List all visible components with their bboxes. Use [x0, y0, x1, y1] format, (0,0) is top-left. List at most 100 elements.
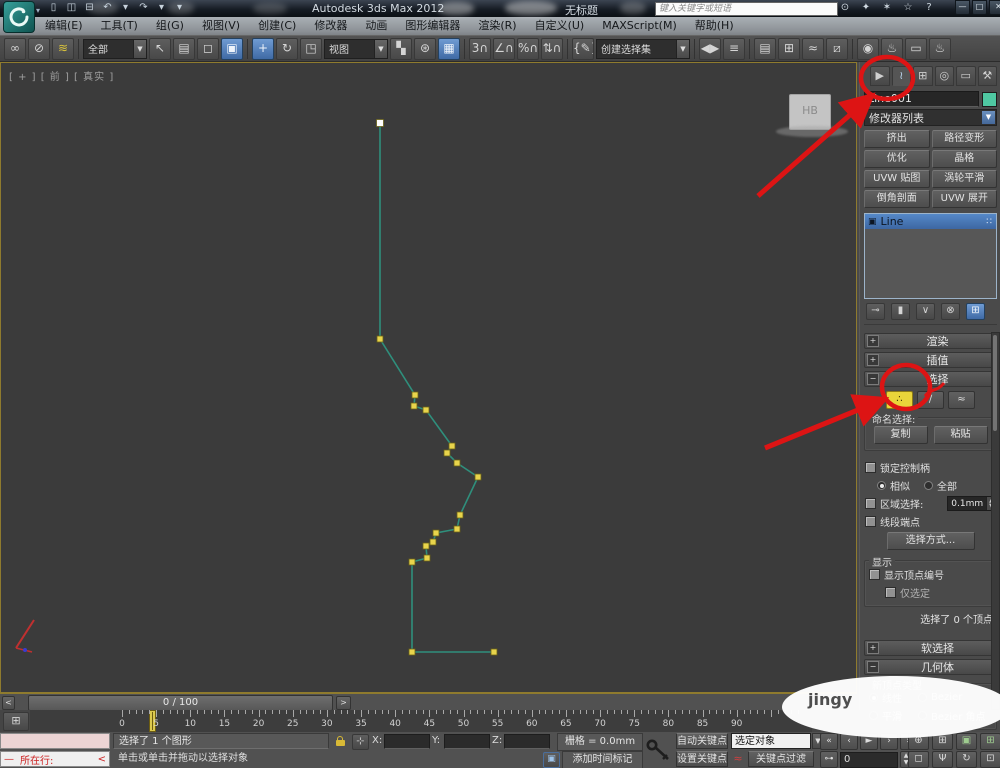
pan-icon[interactable]: Ψ: [932, 751, 953, 768]
material-editor-icon[interactable]: ◉: [857, 37, 879, 60]
select-and-scale-icon[interactable]: ◳: [300, 37, 322, 60]
all-radio[interactable]: [924, 481, 933, 490]
toolbar-options-icon[interactable]: ▾: [172, 1, 187, 14]
select-and-manipulate-icon[interactable]: ⊛: [414, 37, 436, 60]
mirror-icon[interactable]: ◀▶: [699, 37, 721, 60]
vertex-subobject-button[interactable]: ∴: [886, 391, 913, 409]
search-input[interactable]: 键入关键字或短语: [655, 2, 838, 16]
stack-item-line[interactable]: ▣ Line ∷: [865, 214, 996, 229]
modifier-button-路径变形[interactable]: 路径变形: [931, 130, 997, 148]
layer-manager-icon[interactable]: ▤: [754, 37, 776, 60]
prev-frame-button[interactable]: <: [2, 696, 15, 710]
orbit-icon[interactable]: ↻: [956, 751, 977, 768]
modifier-stack[interactable]: ▣ Line ∷: [864, 213, 997, 299]
create-tab[interactable]: ▶: [870, 66, 890, 86]
subobject-dots-icon[interactable]: ∷: [986, 217, 993, 227]
segment-end-checkbox[interactable]: [865, 516, 876, 527]
modifier-button-涡轮平滑[interactable]: 涡轮平滑: [931, 170, 997, 188]
subscription-key-icon[interactable]: ✦: [859, 1, 873, 15]
menu-item-2[interactable]: 工具(T): [92, 17, 147, 35]
show-vertex-numbers-checkbox[interactable]: [869, 569, 880, 580]
y-coordinate-field[interactable]: [444, 734, 490, 749]
menu-item-11[interactable]: MAXScript(M): [593, 17, 686, 35]
graphite-ribbon-icon[interactable]: ⊞: [778, 37, 800, 60]
selected-only-checkbox[interactable]: [885, 587, 896, 598]
undo-icon[interactable]: ↶: [100, 1, 115, 14]
unlink-selection-icon[interactable]: ⊘: [28, 37, 50, 60]
zoom-extents-all-icon[interactable]: ⊞: [980, 733, 1000, 750]
named-sets-dropdown-arrow-icon[interactable]: ▼: [676, 39, 689, 58]
minimize-button[interactable]: —: [955, 0, 970, 15]
close-button[interactable]: ✕: [989, 0, 1000, 15]
key-mode-toggle-icon[interactable]: ⊶: [820, 751, 838, 768]
edit-named-sets-icon[interactable]: {✎}: [572, 37, 594, 60]
copy-button[interactable]: 复制: [873, 426, 928, 444]
select-and-rotate-icon[interactable]: ↻: [276, 37, 298, 60]
rollout-selection[interactable]: − 选择: [864, 371, 997, 387]
redo-icon[interactable]: ↷: [136, 1, 151, 14]
auto-key-button[interactable]: 自动关键点: [676, 733, 728, 749]
next-frame-button[interactable]: >: [336, 696, 351, 710]
rendered-frame-window-icon[interactable]: ▭: [905, 37, 927, 60]
select-object-icon[interactable]: ↖: [149, 37, 171, 60]
zoom-extents-icon[interactable]: ▣: [956, 733, 977, 750]
track-bar[interactable]: ⊞ 0 5 10 15 20 25 30 35 40 45 50 55 60 65 70 75 80 85 90: [0, 710, 857, 733]
new-key-curve-icon[interactable]: ≈: [731, 752, 745, 766]
menu-item-1[interactable]: 编辑(E): [36, 17, 92, 35]
new-file-icon[interactable]: ▯: [46, 1, 61, 14]
rollout-geometry[interactable]: − 几何体: [864, 659, 997, 675]
maximize-button[interactable]: □: [972, 0, 987, 15]
select-by-button[interactable]: 选择方式...: [886, 532, 975, 550]
rollout-render[interactable]: + 渲染: [864, 333, 997, 349]
modifier-button-UVW 贴图[interactable]: UVW 贴图: [864, 170, 930, 188]
open-file-icon[interactable]: ◫: [64, 1, 79, 14]
menu-item-6[interactable]: 修改器: [305, 17, 356, 35]
use-pivot-center-icon[interactable]: ▚: [390, 37, 412, 60]
front-viewport[interactable]: [ + ] [ 前 ] [ 真实 ]: [0, 62, 857, 693]
x-coordinate-field[interactable]: [384, 734, 430, 749]
modifier-button-晶格[interactable]: 晶格: [931, 150, 997, 168]
angle-snap-icon[interactable]: ∠∩: [493, 37, 515, 60]
modifier-button-UVW 展开[interactable]: UVW 展开: [931, 190, 997, 208]
utilities-tab[interactable]: ⚒: [977, 66, 997, 86]
absolute-mode-icon[interactable]: ⊹: [352, 734, 369, 750]
selection-set-dropdown[interactable]: 选定对象: [731, 733, 811, 749]
rectangular-selection-icon[interactable]: ◻: [197, 37, 219, 60]
window-crossing-icon[interactable]: ▣: [221, 37, 243, 60]
spinner-snap-icon[interactable]: ⇅∩: [541, 37, 563, 60]
configure-modifier-sets-icon[interactable]: ⊞: [966, 303, 985, 320]
z-coordinate-field[interactable]: [504, 734, 550, 749]
menu-item-4[interactable]: 视图(V): [193, 17, 249, 35]
logo-dropdown-icon[interactable]: ▾: [36, 6, 40, 15]
panel-scrollbar[interactable]: [991, 332, 1000, 710]
paste-button[interactable]: 粘贴: [933, 426, 988, 444]
redo-dropdown-icon[interactable]: ▾: [154, 1, 169, 14]
viewport-label[interactable]: [ + ] [ 前 ] [ 真实 ]: [9, 68, 114, 83]
motion-tab[interactable]: ◎: [934, 66, 954, 86]
maxscript-mini-listener-pink[interactable]: [0, 733, 110, 749]
area-selection-checkbox[interactable]: [865, 498, 876, 509]
key-filters-button[interactable]: 关键点过滤器...: [748, 751, 814, 767]
modifier-list-arrow-icon[interactable]: ▼: [982, 111, 995, 124]
panel-scrollbar-thumb[interactable]: [993, 335, 997, 431]
selection-filter-dropdown[interactable]: 全部 ▼: [83, 38, 147, 59]
set-key-button[interactable]: 设置关键点: [676, 751, 728, 767]
reference-coordinate-dropdown-arrow-icon[interactable]: ▼: [374, 39, 387, 58]
menu-item-9[interactable]: 渲染(R): [469, 17, 525, 35]
display-tab[interactable]: ▭: [956, 66, 976, 86]
select-and-move-icon[interactable]: +: [252, 37, 274, 60]
bind-to-space-warp-icon[interactable]: ≋: [52, 37, 74, 60]
reference-coordinate-dropdown[interactable]: 视图 ▼: [324, 38, 388, 59]
segment-subobject-button[interactable]: ∕: [917, 391, 944, 409]
curve-editor-icon[interactable]: ≈: [802, 37, 824, 60]
maxscript-mini-listener-white[interactable]: — 所在行: <: [0, 751, 110, 767]
search-icon[interactable]: ⊙: [838, 1, 852, 15]
modify-tab[interactable]: ≀: [891, 66, 911, 86]
select-by-name-icon[interactable]: ▤: [173, 37, 195, 60]
goto-start-icon[interactable]: «: [820, 733, 838, 750]
rollout-soft-selection[interactable]: + 软选择: [864, 640, 997, 656]
select-and-link-icon[interactable]: ∞: [4, 37, 26, 60]
modifier-button-挤出[interactable]: 挤出: [864, 130, 930, 148]
track-bar-ruler[interactable]: 0 5 10 15 20 25 30 35 40 45 50 55 60 65 70 75 80 85 90: [30, 710, 812, 732]
modifier-button-倒角剖面[interactable]: 倒角剖面: [864, 190, 930, 208]
